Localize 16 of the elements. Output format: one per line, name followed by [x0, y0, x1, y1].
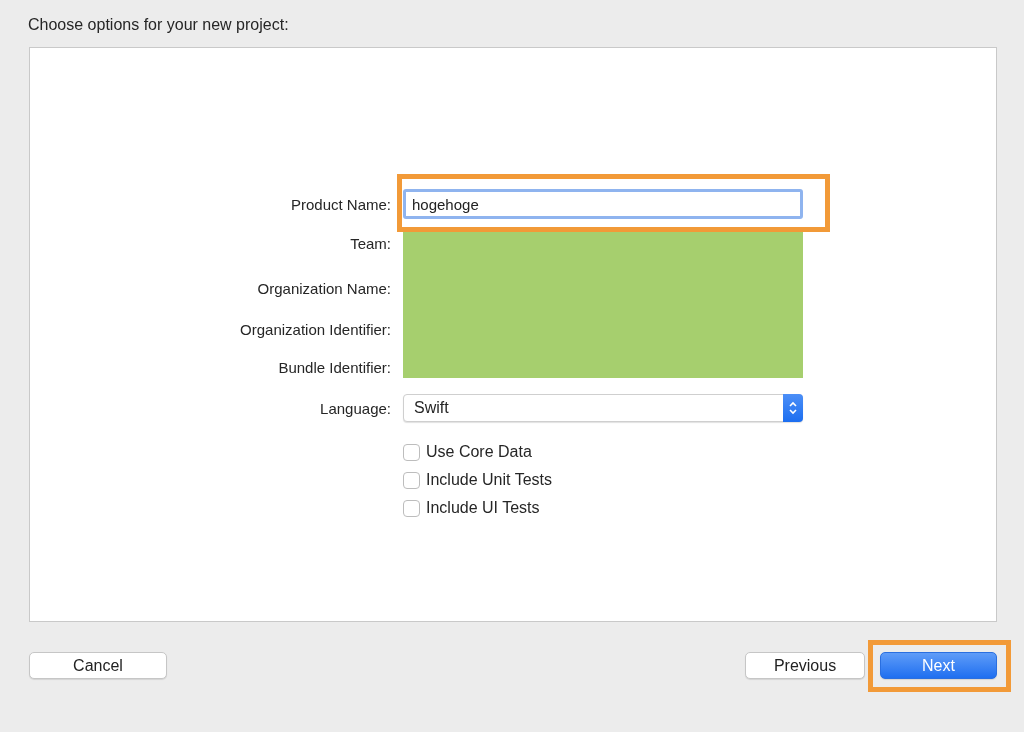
option-checkbox[interactable]: Use Core Data	[403, 441, 532, 463]
field-label: Product Name:	[289, 195, 391, 213]
field-label: Team:	[349, 234, 391, 252]
field-label: Organization Identifier:	[239, 320, 391, 338]
field-label: Organization Name:	[256, 279, 391, 297]
next-button[interactable]: Next	[880, 652, 997, 679]
dialog-heading: Choose options for your new project:	[28, 16, 290, 35]
product-name-field[interactable]: hogehoge	[403, 189, 803, 219]
stepper-icon	[783, 394, 803, 422]
option-checkbox[interactable]: Include Unit Tests	[403, 469, 552, 491]
dialog-button[interactable]: Previous	[745, 652, 865, 679]
field-label: Language:	[319, 399, 391, 417]
field-label: Bundle Identifier:	[277, 358, 391, 376]
dialog-button[interactable]: Cancel	[29, 652, 167, 679]
language-select[interactable]: Swift	[403, 394, 803, 422]
option-checkbox[interactable]: Include UI Tests	[403, 497, 540, 519]
